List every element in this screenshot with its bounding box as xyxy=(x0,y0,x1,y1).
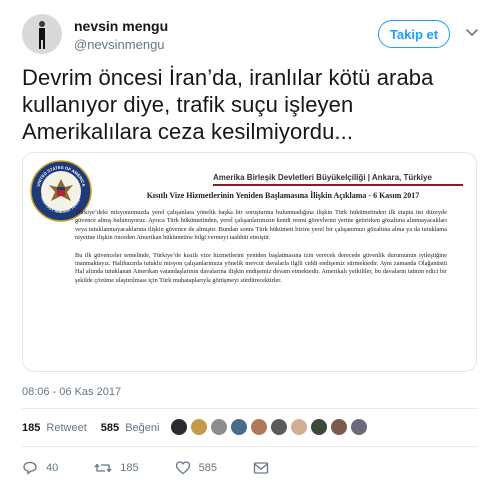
document-paragraph-2: Bu ilk güvenceler temelinde, Türkiye’de … xyxy=(75,251,447,284)
tweet-media-image[interactable]: UNITED STATES OF AMERICA EMBASSY ANKARA … xyxy=(22,152,477,372)
like-stat-label: Beğeni xyxy=(125,422,160,434)
heart-icon xyxy=(175,461,190,475)
embassy-header: Amerika Birleşik Devletleri Büyükelçiliğ… xyxy=(213,173,432,182)
retweet-button[interactable]: 185 xyxy=(94,460,139,476)
retweet-stat-count: 185 xyxy=(22,422,41,434)
liker-avatar[interactable] xyxy=(350,418,368,436)
liker-avatar[interactable] xyxy=(290,418,308,436)
retweet-count: 185 xyxy=(120,462,139,474)
avatar-figure xyxy=(39,21,45,49)
liker-avatar[interactable] xyxy=(310,418,328,436)
tweet-stats: 185 Retweet 585 Beğeni xyxy=(22,418,173,438)
liker-avatar[interactable] xyxy=(330,418,348,436)
reply-icon xyxy=(23,461,37,475)
message-button[interactable] xyxy=(253,461,277,475)
liker-avatar[interactable] xyxy=(190,418,208,436)
like-stat[interactable]: 585 Beğeni xyxy=(101,422,160,434)
header-rule xyxy=(213,184,463,186)
tweet-header: nevsin mengu @nevsinmengu Takip et xyxy=(22,12,482,60)
liker-avatar[interactable] xyxy=(170,418,188,436)
liker-avatar[interactable] xyxy=(210,418,228,436)
like-count: 585 xyxy=(198,462,217,474)
mail-icon xyxy=(253,462,269,474)
retweet-icon xyxy=(94,463,112,473)
retweet-stat[interactable]: 185 Retweet xyxy=(22,422,87,434)
tweet-actions: 40 185 585 xyxy=(22,456,478,480)
liker-avatar[interactable] xyxy=(270,418,288,436)
chevron-down-icon[interactable] xyxy=(464,24,480,40)
user-handle[interactable]: @nevsinmengu xyxy=(74,37,165,52)
document-body: Türkiye’deki misyonumuzda yerel çalışanl… xyxy=(75,209,447,294)
retweet-stat-label: Retweet xyxy=(46,422,87,434)
like-button[interactable]: 585 xyxy=(175,460,217,476)
divider xyxy=(22,446,478,447)
follow-button[interactable]: Takip et xyxy=(378,20,450,48)
tweet-text: Devrim öncesi İran’da, iranlılar kötü ar… xyxy=(22,65,434,144)
reply-count: 40 xyxy=(46,462,59,474)
reply-button[interactable]: 40 xyxy=(22,460,58,476)
document-title: Kısıtlı Vize Hizmetlerinin Yeniden Başla… xyxy=(146,191,420,200)
liker-avatar[interactable] xyxy=(250,418,268,436)
display-name[interactable]: nevsin mengu xyxy=(74,18,168,34)
liker-avatar[interactable] xyxy=(230,418,248,436)
like-stat-count: 585 xyxy=(100,422,120,434)
liker-avatars xyxy=(170,418,370,438)
divider xyxy=(22,408,478,409)
tweet-timestamp[interactable]: 08:06 - 06 Kas 2017 xyxy=(22,386,121,398)
document-paragraph-1: Türkiye’deki misyonumuzda yerel çalışanl… xyxy=(75,209,447,242)
avatar[interactable] xyxy=(22,14,62,54)
